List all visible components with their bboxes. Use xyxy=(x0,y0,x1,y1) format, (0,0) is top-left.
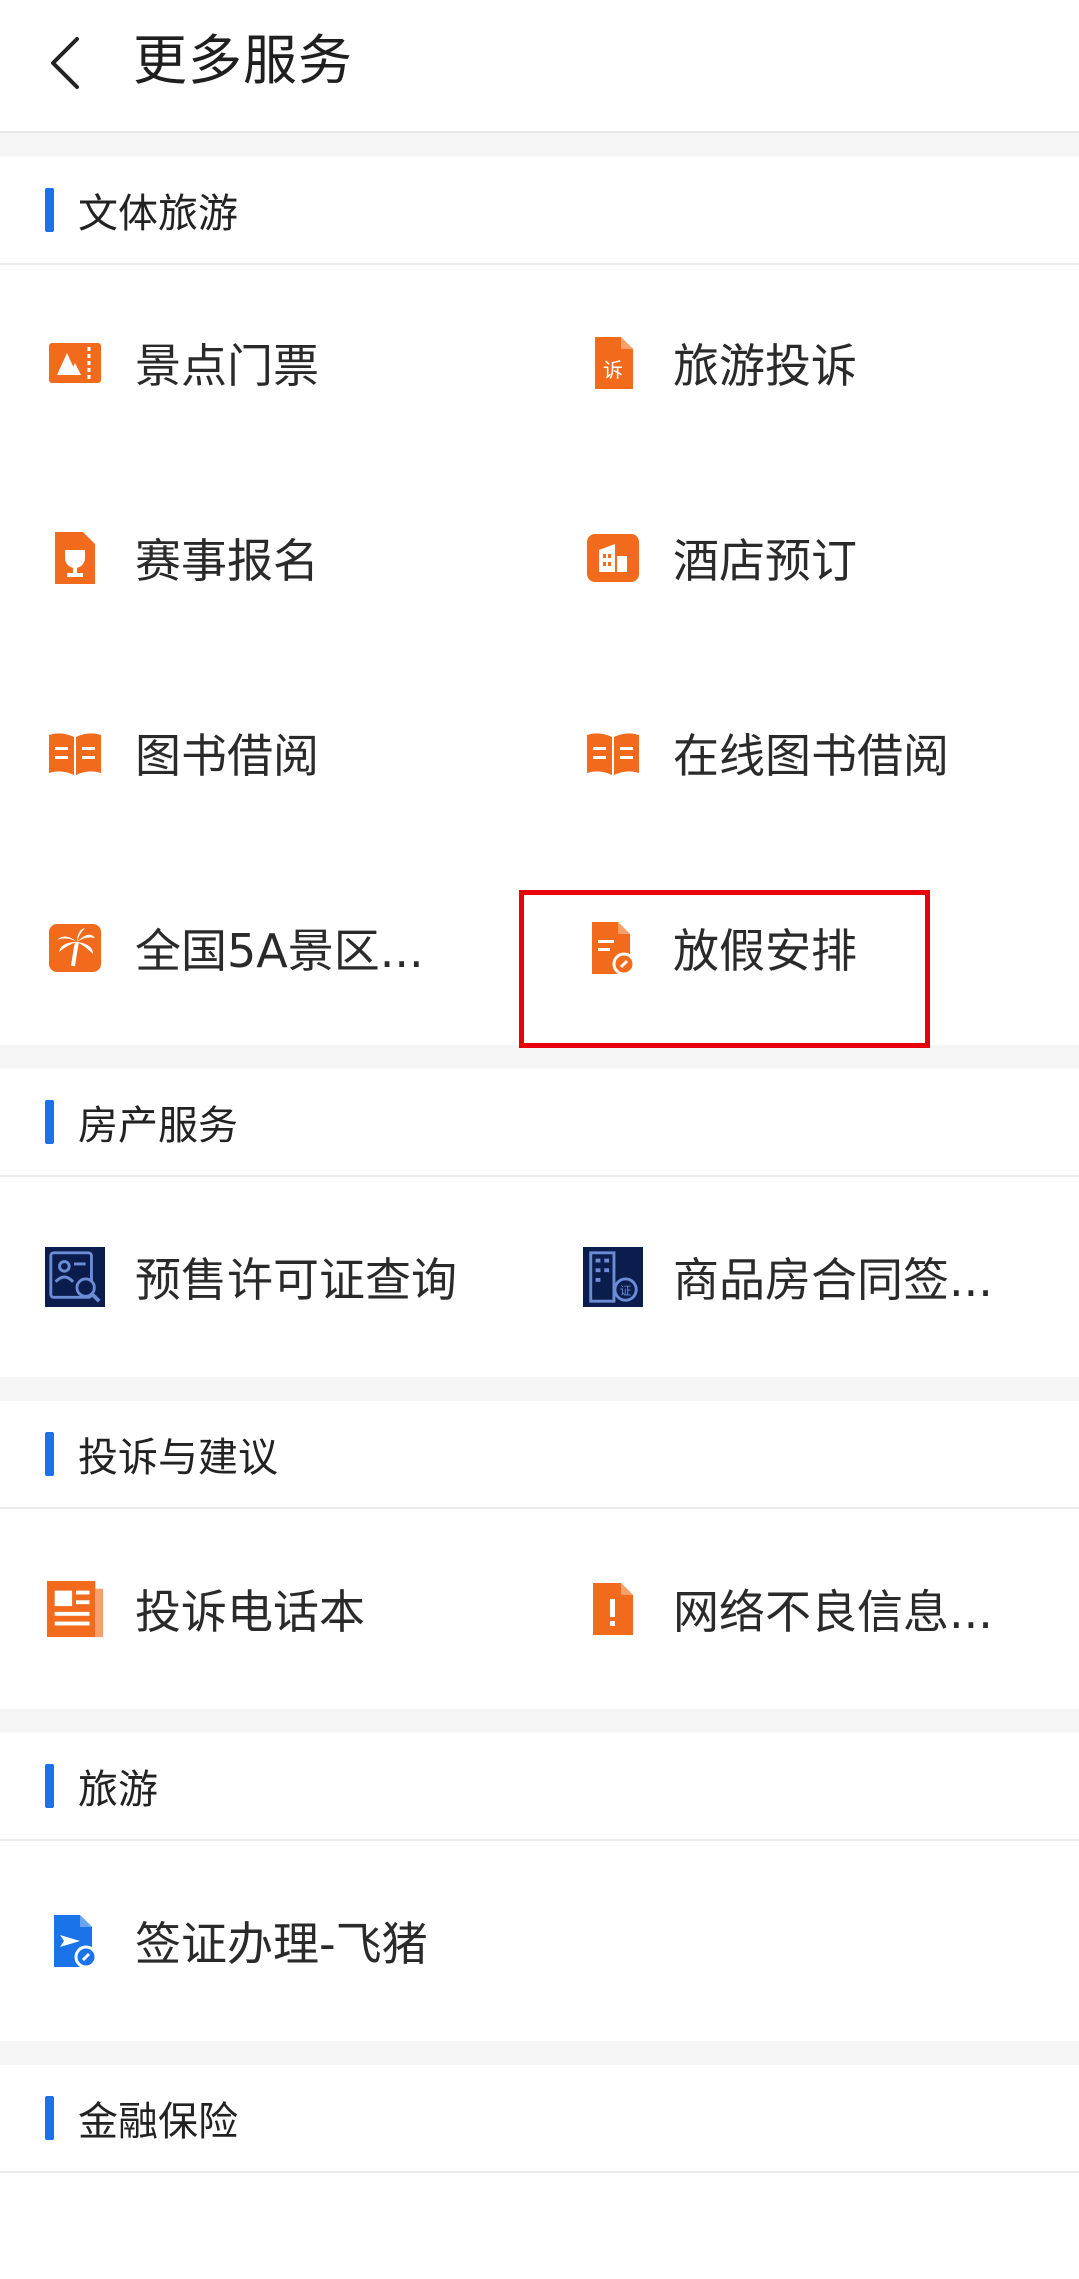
section-header: 投诉与建议 xyxy=(0,1401,1079,1509)
service-label: 放假安排 xyxy=(673,923,857,978)
schedule-doc-icon xyxy=(583,918,643,978)
service-item-holiday-schedule[interactable]: 放假安排 xyxy=(0,850,857,1045)
section-accent-bar xyxy=(45,1100,54,1144)
section-culture-tourism: 文体旅游 景点门票 诉 旅游投诉 赛事报名 酒店预订 图书借阅 在线图书借阅 全… xyxy=(0,157,1079,1045)
section-title: 旅游 xyxy=(78,1767,158,1813)
section-finance-insurance: 金融保险 xyxy=(0,2065,1079,2173)
flight-doc-icon xyxy=(45,1911,105,1971)
section-accent-bar xyxy=(45,1432,54,1476)
section-accent-bar xyxy=(45,188,54,232)
service-item-harmful-info-report[interactable]: 网络不良信息... xyxy=(0,1509,993,1709)
section-accent-bar xyxy=(45,2096,54,2140)
service-label: 在线图书借阅 xyxy=(673,728,949,783)
section-title: 金融保险 xyxy=(78,2099,238,2145)
alert-doc-icon xyxy=(583,1579,643,1639)
section-gap xyxy=(0,2041,1079,2065)
section-header: 房产服务 xyxy=(0,1069,1079,1177)
top-bar: 更多服务 xyxy=(0,0,1079,133)
svg-text:证: 证 xyxy=(620,1283,632,1297)
complaint-doc-icon: 诉 xyxy=(583,333,643,393)
section-gap xyxy=(0,1045,1079,1069)
section-travel: 旅游 签证办理-飞猪 xyxy=(0,1733,1079,2041)
hotel-icon xyxy=(583,528,643,588)
service-item-visa-fliggy[interactable]: 签证办理-飞猪 xyxy=(0,1841,540,2041)
section-title: 房产服务 xyxy=(78,1103,238,1149)
service-item-travel-complaint[interactable]: 诉 旅游投诉 xyxy=(0,265,857,460)
section-header: 旅游 xyxy=(0,1733,1079,1841)
section-header: 文体旅游 xyxy=(0,157,1079,265)
section-header: 金融保险 xyxy=(0,2065,1079,2173)
service-label: 网络不良信息... xyxy=(673,1585,993,1639)
service-label: 酒店预订 xyxy=(673,533,857,588)
section-accent-bar xyxy=(45,1764,54,1808)
back-button[interactable] xyxy=(30,18,100,108)
section-real-estate: 房产服务 预售许可证查询 证 商品房合同签... xyxy=(0,1069,1079,1377)
service-item-housing-contract[interactable]: 证 商品房合同签... xyxy=(0,1177,993,1377)
section-gap xyxy=(0,1377,1079,1401)
chevron-left-icon xyxy=(45,35,85,91)
svg-text:诉: 诉 xyxy=(603,358,623,382)
book-icon xyxy=(583,723,643,783)
building-certificate-icon: 证 xyxy=(583,1247,643,1307)
service-item-online-library-loan[interactable]: 在线图书借阅 xyxy=(0,655,949,850)
section-title: 投诉与建议 xyxy=(78,1435,278,1481)
section-complaints-suggestions: 投诉与建议 投诉电话本 网络不良信息... xyxy=(0,1401,1079,1709)
section-gap xyxy=(0,1709,1079,1733)
page-title: 更多服务 xyxy=(133,29,353,92)
service-label: 旅游投诉 xyxy=(673,338,857,393)
section-title: 文体旅游 xyxy=(78,191,238,237)
service-label: 签证办理-飞猪 xyxy=(135,1917,428,1971)
service-item-hotel-booking[interactable]: 酒店预订 xyxy=(0,460,857,655)
section-gap xyxy=(0,133,1079,157)
service-label: 商品房合同签... xyxy=(673,1253,993,1307)
